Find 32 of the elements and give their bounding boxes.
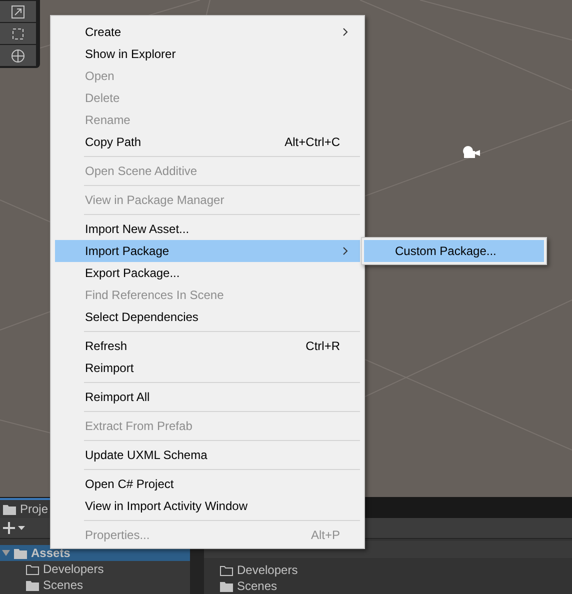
menu-item[interactable]: Export Package...	[55, 262, 360, 284]
folder-icon	[14, 548, 27, 558]
camera-icon	[461, 145, 481, 159]
tool-button[interactable]	[0, 23, 36, 44]
folder-icon	[26, 564, 39, 574]
menu-item[interactable]: Open C# Project	[55, 473, 360, 495]
tab-label: Proje	[20, 502, 48, 516]
rect-tool-icon	[11, 26, 25, 40]
menu-item[interactable]: Update UXML Schema	[55, 444, 360, 466]
folder-item[interactable]: Developers	[204, 562, 572, 578]
menu-item[interactable]: Import Package	[55, 240, 360, 262]
folder-icon	[3, 504, 16, 514]
menu-item[interactable]: Refresh Ctrl+R	[55, 335, 360, 357]
tool-button[interactable]	[0, 45, 36, 66]
transform-icon	[10, 48, 26, 64]
folder-icon	[220, 580, 233, 592]
menu-item[interactable]: Import New Asset...	[55, 218, 360, 240]
tree-item[interactable]: Developers	[0, 561, 190, 577]
menu-item[interactable]: Select Dependencies	[55, 306, 360, 328]
menu-item[interactable]: Reimport All	[55, 386, 360, 408]
folder-item[interactable]: Scenes	[204, 578, 572, 594]
menu-item[interactable]: Copy Path Alt+Ctrl+C	[55, 131, 360, 153]
menu-item[interactable]: Create	[55, 21, 360, 43]
folder-icon	[220, 564, 233, 576]
menu-item[interactable]: Reimport	[55, 357, 360, 379]
tree-item[interactable]: Scenes	[0, 577, 190, 593]
tool-button[interactable]	[0, 1, 36, 22]
folder-icon	[26, 580, 39, 590]
menu-item[interactable]: Show in Explorer	[55, 43, 360, 65]
resize-icon	[11, 4, 25, 18]
menu-item[interactable]: Custom Package...	[364, 240, 544, 262]
add-dropdown-icon[interactable]	[3, 521, 27, 535]
